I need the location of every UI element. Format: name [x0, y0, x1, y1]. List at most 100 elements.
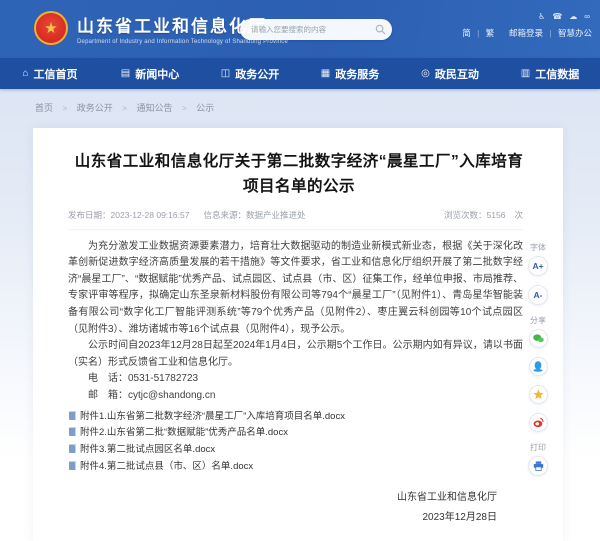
meta-right: 浏览次数：5156 次	[444, 209, 523, 221]
contact-info: 电 话：0531-51782723 邮 箱：cytjc@shandong.cn	[68, 371, 523, 404]
attachment-link-3[interactable]: 附件3.第二批试点园区名单.docx	[68, 442, 523, 459]
views-label: 浏览次数：	[444, 210, 487, 220]
paragraph: 为充分激发工业数据资源要素潜力，培育壮大数据驱动的制造业新模式新业态，根据《关于…	[68, 239, 523, 339]
signature-date: 2023年12月28日	[68, 508, 497, 528]
attachment-name: 附件1.山东省第二批数字经济“晨星工厂”入库培育项目名单.docx	[80, 411, 345, 422]
quick-icons: ♿ ☎ ☁ ∞	[462, 12, 590, 22]
glasses-icon[interactable]: ∞	[584, 12, 590, 22]
source-value: 数据产业推进处	[246, 210, 306, 220]
paragraph: 公示时间自2023年12月28日起至2024年1月4日，公示期5个工作日。公示期…	[68, 338, 523, 371]
main-nav: ⌂ 工信首页 ▤ 新闻中心 ◫ 政务公开 ▦ 政务服务 ◎ 政民互动 ▥ 工信数…	[0, 58, 600, 89]
breadcrumb: 首页 > 政务公开 > 通知公告 > 公示	[35, 101, 214, 114]
qq-icon	[533, 361, 543, 372]
print-label: 打印	[520, 442, 556, 453]
breadcrumb-notices[interactable]: 通知公告	[136, 103, 172, 113]
search-box[interactable]	[240, 19, 392, 40]
font-increase-button[interactable]: A+	[528, 256, 548, 276]
nav-label: 工信数据	[535, 66, 579, 82]
page-title: 山东省工业和信息化厅关于第二批数字经济“晨星工厂”入库培育项目名单的公示	[68, 150, 530, 200]
site-header: ★ 山东省工业和信息化厅 Department of Industry and …	[0, 0, 600, 58]
national-emblem-icon: ★	[34, 11, 68, 45]
contact-email: 邮 箱：cytjc@shandong.cn	[68, 388, 523, 405]
breadcrumb-separator: >	[122, 104, 127, 113]
share-qq-button[interactable]	[529, 357, 548, 376]
attachment-link-1[interactable]: 附件1.山东省第二批数字经济“晨星工厂”入库培育项目名单.docx	[68, 409, 523, 426]
phone-value: 0531-51782723	[128, 373, 198, 384]
source-label: 信息来源：	[203, 210, 246, 220]
views-count: 5156	[487, 210, 506, 220]
font-size-label: 字体	[520, 242, 556, 253]
mobile-icon[interactable]: ☎	[552, 12, 562, 22]
news-icon: ▤	[121, 68, 130, 79]
nav-label: 政务公开	[235, 66, 279, 82]
share-wechat-button[interactable]	[529, 329, 548, 348]
lang-traditional-link[interactable]: 繁	[486, 28, 495, 38]
search-icon[interactable]	[371, 21, 389, 39]
header-utilities: ♿ ☎ ☁ ∞ 简 | 繁 邮箱登录 | 智慧办公	[462, 12, 592, 39]
breadcrumb-current: 公示	[196, 103, 214, 113]
emblem-star-glyph: ★	[44, 21, 57, 36]
printer-icon	[533, 461, 544, 471]
wechat-icon	[533, 334, 544, 343]
signature-org: 山东省工业和信息化厅	[68, 488, 497, 508]
accessibility-icon[interactable]: ♿	[538, 12, 545, 22]
article-body: 为充分激发工业数据资源要素潜力，培育壮大数据驱动的制造业新模式新业态，根据《关于…	[68, 239, 523, 372]
nav-item-interaction[interactable]: ◎ 政民互动	[400, 58, 500, 89]
publish-date-label: 发布日期：	[68, 210, 111, 220]
doc-icon	[69, 444, 76, 453]
cloud-icon[interactable]: ☁	[569, 12, 577, 22]
doc-icon	[69, 461, 76, 470]
contact-phone: 电 话：0531-51782723	[68, 371, 523, 388]
breadcrumb-separator: >	[63, 104, 68, 113]
nav-label: 工信首页	[34, 66, 78, 82]
article-meta: 发布日期：2023-12-28 09:16:57 信息来源：数据产业推进处 浏览次…	[68, 209, 523, 230]
nav-label: 新闻中心	[135, 66, 179, 82]
nav-item-home[interactable]: ⌂ 工信首页	[0, 58, 100, 89]
views-unit: 次	[514, 210, 523, 220]
breadcrumb-separator: >	[182, 104, 187, 113]
lang-simplified-link[interactable]: 简	[462, 28, 471, 38]
signature-block: 山东省工业和信息化厅 2023年12月28日	[68, 488, 523, 527]
nav-item-services[interactable]: ▦ 政务服务	[300, 58, 400, 89]
nav-item-disclosure[interactable]: ◫ 政务公开	[200, 58, 300, 89]
phone-label: 电 话：	[88, 373, 128, 384]
share-qzone-button[interactable]	[529, 385, 548, 404]
qzone-icon	[533, 389, 544, 400]
breadcrumb-home[interactable]: 首页	[35, 103, 53, 113]
share-weibo-button[interactable]	[529, 413, 548, 432]
divider: |	[549, 28, 551, 38]
attachment-list: 附件1.山东省第二批数字经济“晨星工厂”入库培育项目名单.docx 附件2.山东…	[68, 409, 523, 477]
attachment-link-4[interactable]: 附件4.第二批试点县（市、区）名单.docx	[68, 459, 523, 476]
top-links: 简 | 繁 邮箱登录 | 智慧办公	[462, 27, 592, 39]
nav-label: 政务服务	[335, 66, 379, 82]
share-label: 分享	[520, 315, 556, 326]
doc-icon	[69, 427, 76, 436]
data-icon: ▥	[521, 68, 530, 79]
search-input[interactable]	[240, 25, 371, 34]
publish-date-value: 2023-12-28 09:16:57	[111, 210, 190, 220]
nav-item-news[interactable]: ▤ 新闻中心	[100, 58, 200, 89]
breadcrumb-disclosure[interactable]: 政务公开	[77, 103, 113, 113]
attachment-name: 附件2.山东省第二批“数据赋能”优秀产品名单.docx	[80, 427, 288, 438]
attachment-name: 附件3.第二批试点园区名单.docx	[80, 444, 215, 455]
doc-icon	[69, 411, 76, 420]
smart-office-link[interactable]: 智慧办公	[558, 28, 592, 38]
mail-login-link[interactable]: 邮箱登录	[509, 28, 543, 38]
nav-label: 政民互动	[435, 66, 479, 82]
print-button[interactable]	[528, 456, 548, 476]
services-icon: ▦	[321, 68, 330, 79]
home-icon: ⌂	[22, 68, 28, 79]
nav-item-data[interactable]: ▥ 工信数据	[500, 58, 600, 89]
side-toolbar: 字体 A+ A- 分享 打印	[520, 242, 556, 485]
email-value: cytjc@shandong.cn	[128, 390, 215, 401]
page-background: ★ 山东省工业和信息化厅 Department of Industry and …	[0, 0, 600, 541]
attachment-name: 附件4.第二批试点县（市、区）名单.docx	[80, 461, 253, 472]
email-label: 邮 箱：	[88, 390, 128, 401]
font-decrease-button[interactable]: A-	[528, 285, 548, 305]
article-card: 山东省工业和信息化厅关于第二批数字经济“晨星工厂”入库培育项目名单的公示 发布日…	[33, 128, 563, 541]
meta-left: 发布日期：2023-12-28 09:16:57 信息来源：数据产业推进处	[68, 209, 305, 221]
disclosure-icon: ◫	[221, 68, 230, 79]
attachment-link-2[interactable]: 附件2.山东省第二批“数据赋能”优秀产品名单.docx	[68, 425, 523, 442]
divider: |	[477, 28, 479, 38]
weibo-icon	[533, 417, 544, 428]
